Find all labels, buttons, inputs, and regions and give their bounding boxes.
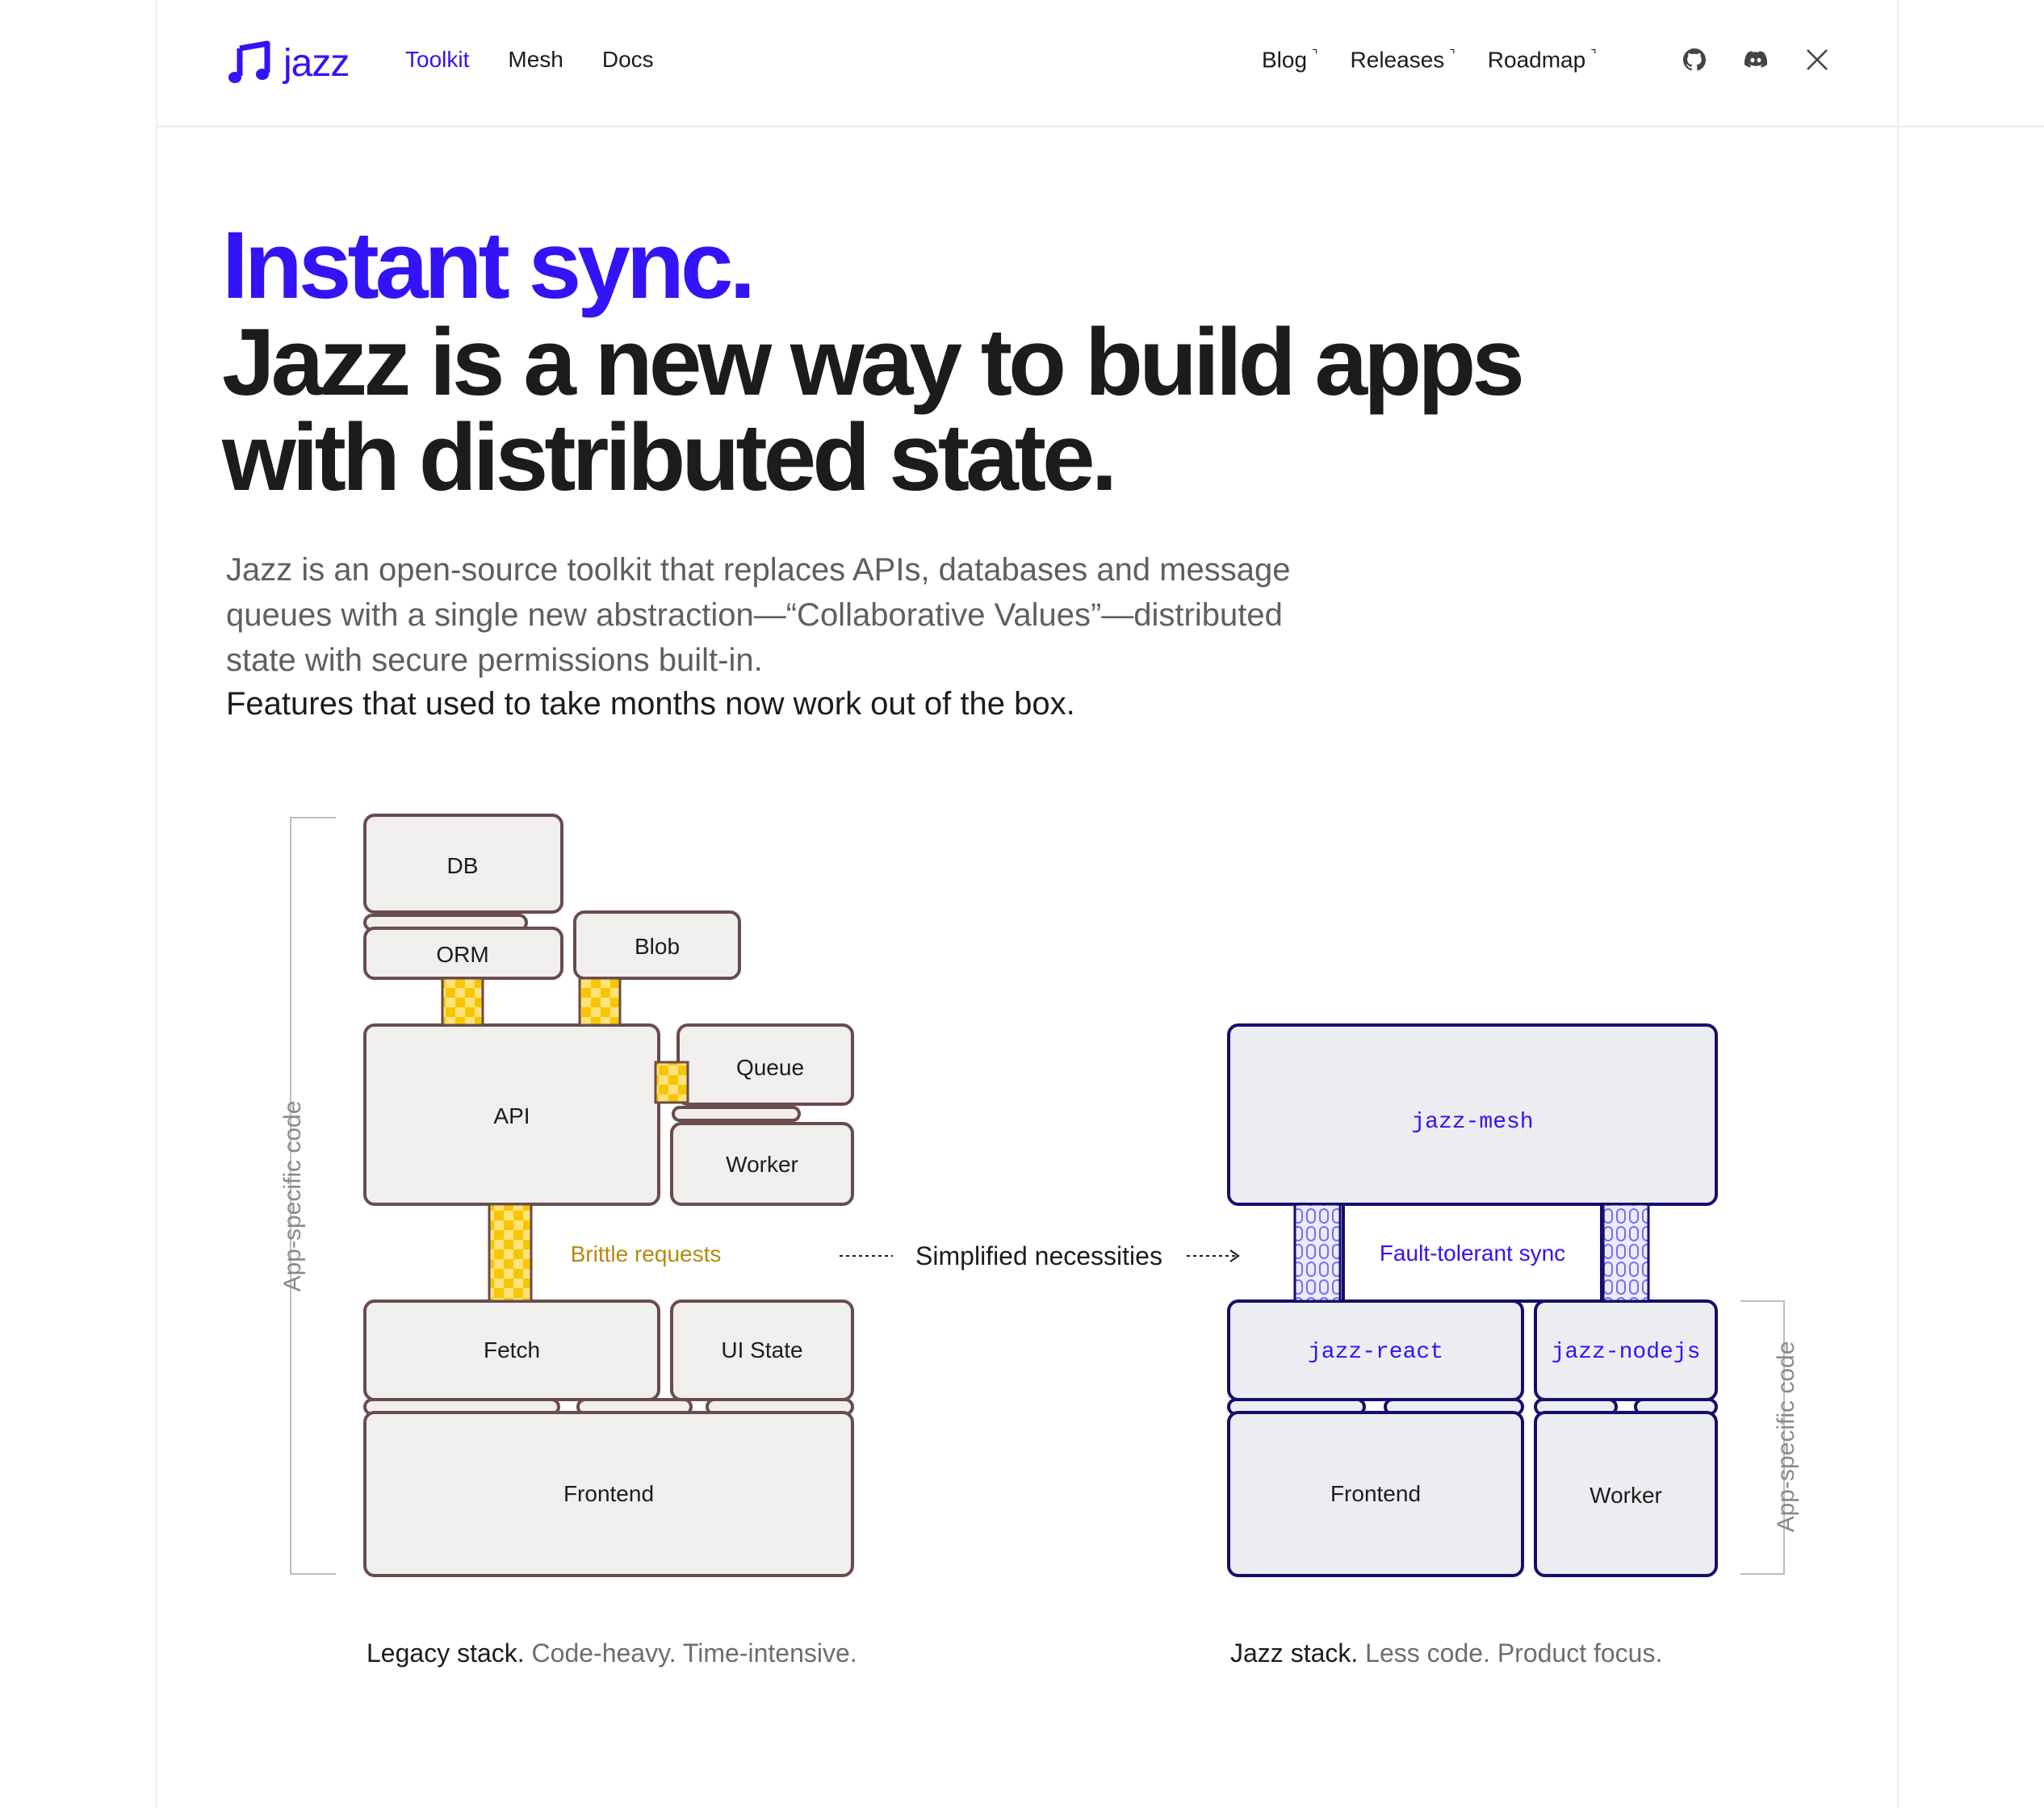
jazz-worker-label: Worker [1590,1483,1662,1508]
sync-chain-connector [1602,1203,1650,1303]
arrow-label: Simplified necessities [915,1241,1162,1270]
jazz-app-specific-bracket: App-specific code [1740,1300,1799,1575]
legacy-api-label: API [493,1103,530,1128]
legacy-db-label: DB [447,853,479,878]
jazz-sync-label: Fault-tolerant sync [1380,1241,1565,1266]
jazz-frontend-label: Frontend [1330,1481,1421,1506]
jazz-caption: Jazz stack. Less code. Product focus. [1230,1638,1662,1668]
jazz-react-label: jazz-react [1308,1340,1443,1365]
legacy-uistate-label: UI State [721,1337,802,1362]
legacy-blocks [363,814,854,1577]
brittle-connector [578,977,622,1027]
legacy-fetch-label: Fetch [484,1337,540,1362]
sync-chain-connector [1293,1203,1342,1303]
legacy-frontend-label: Frontend [563,1481,654,1506]
legacy-blob-label: Blob [635,934,680,959]
jazz-caption-title: Jazz stack. [1230,1638,1359,1668]
jazz-nodejs-label: jazz-nodejs [1552,1340,1701,1365]
legacy-side-label: App-specific code [279,1101,306,1292]
jazz-mesh-label: jazz-mesh [1411,1110,1533,1135]
jazz-side-label: App-specific code [1773,1341,1799,1533]
legacy-queue-label: Queue [736,1055,804,1080]
legacy-worker-label: Worker [726,1152,798,1177]
legacy-queue-connector [672,1106,801,1122]
stack-comparison-diagram: App-specific code DB ORM Blob Queue API … [279,814,1799,1577]
legacy-caption-desc: Code-heavy. Time-intensive. [531,1638,857,1668]
brittle-connector [654,1061,689,1104]
legacy-orm-label: ORM [436,942,488,967]
brittle-requests-label: Brittle requests [571,1241,722,1266]
legacy-caption: Legacy stack. Code-heavy. Time-intensive… [366,1638,857,1668]
jazz-caption-desc: Less code. Product focus. [1365,1638,1663,1668]
legacy-caption-title: Legacy stack. [366,1638,525,1668]
simplify-arrow: Simplified necessities [840,1241,1240,1270]
legacy-app-specific-bracket: App-specific code [279,817,336,1575]
brittle-connector [488,1203,533,1303]
brittle-connector [441,977,484,1027]
